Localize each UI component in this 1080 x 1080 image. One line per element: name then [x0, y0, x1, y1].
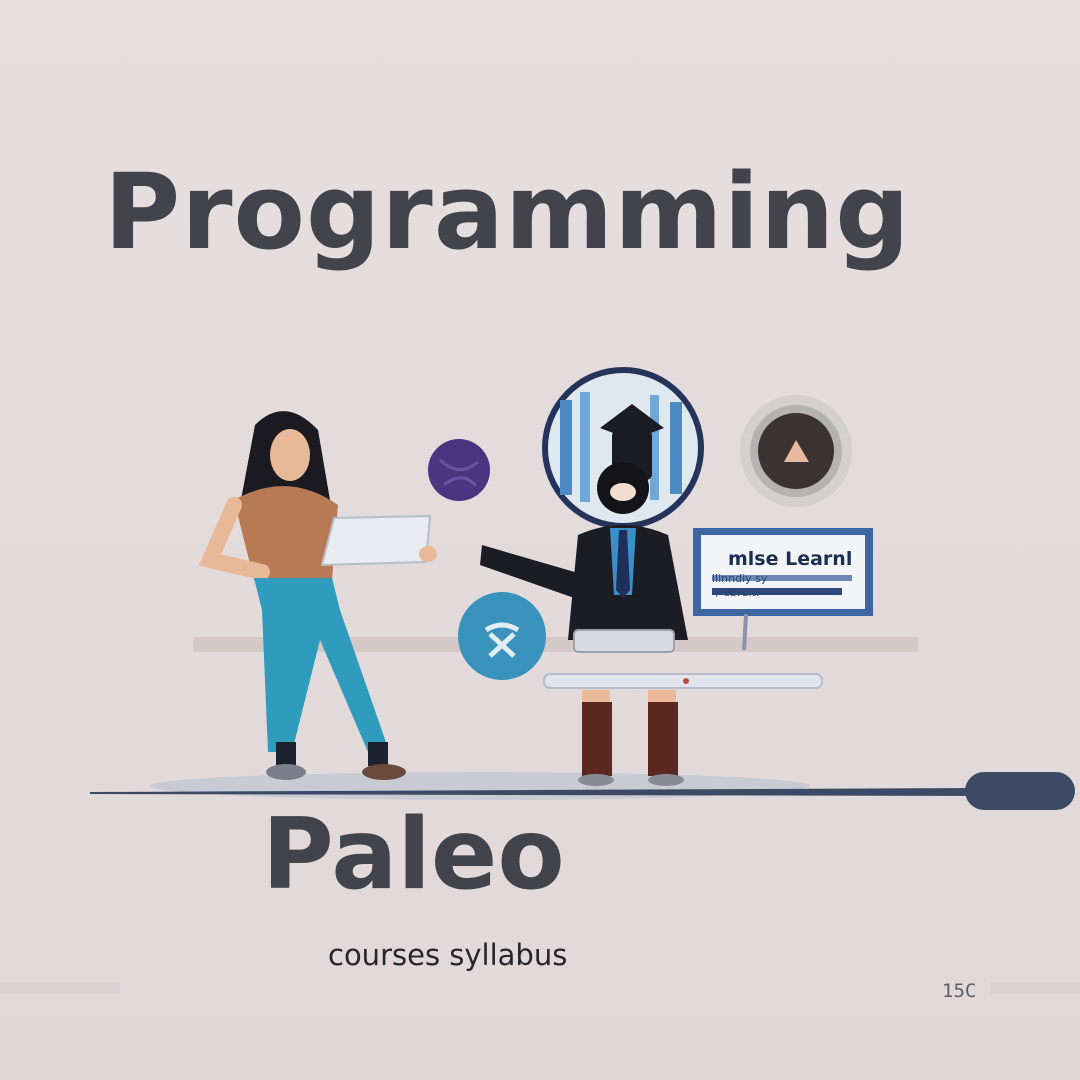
- monitor-icon: mlse Learnl ilinndiy sy/ ebruitl: [693, 528, 873, 651]
- teal-circle-icon: [458, 592, 546, 680]
- illustration: mlse Learnl ilinndiy sy/ ebruitl: [0, 367, 1080, 994]
- floor-shadow: [150, 772, 810, 800]
- purple-orb-icon: [428, 439, 490, 501]
- tagline: courses syllabus: [328, 938, 568, 972]
- footer-line-right: [990, 982, 1080, 994]
- course-name: Paleo: [262, 798, 565, 912]
- footer-line-left: [0, 982, 120, 994]
- standing-woman-figure: [198, 411, 406, 780]
- play-button-icon: [740, 395, 852, 507]
- monitor-heading: mlse Learnl: [728, 548, 852, 570]
- monitor-line: ilinndiy sy: [712, 572, 768, 585]
- page-number: 15C: [942, 980, 977, 1002]
- laptop-icon: [320, 514, 437, 567]
- monitor-line: / ebruitl: [716, 586, 759, 599]
